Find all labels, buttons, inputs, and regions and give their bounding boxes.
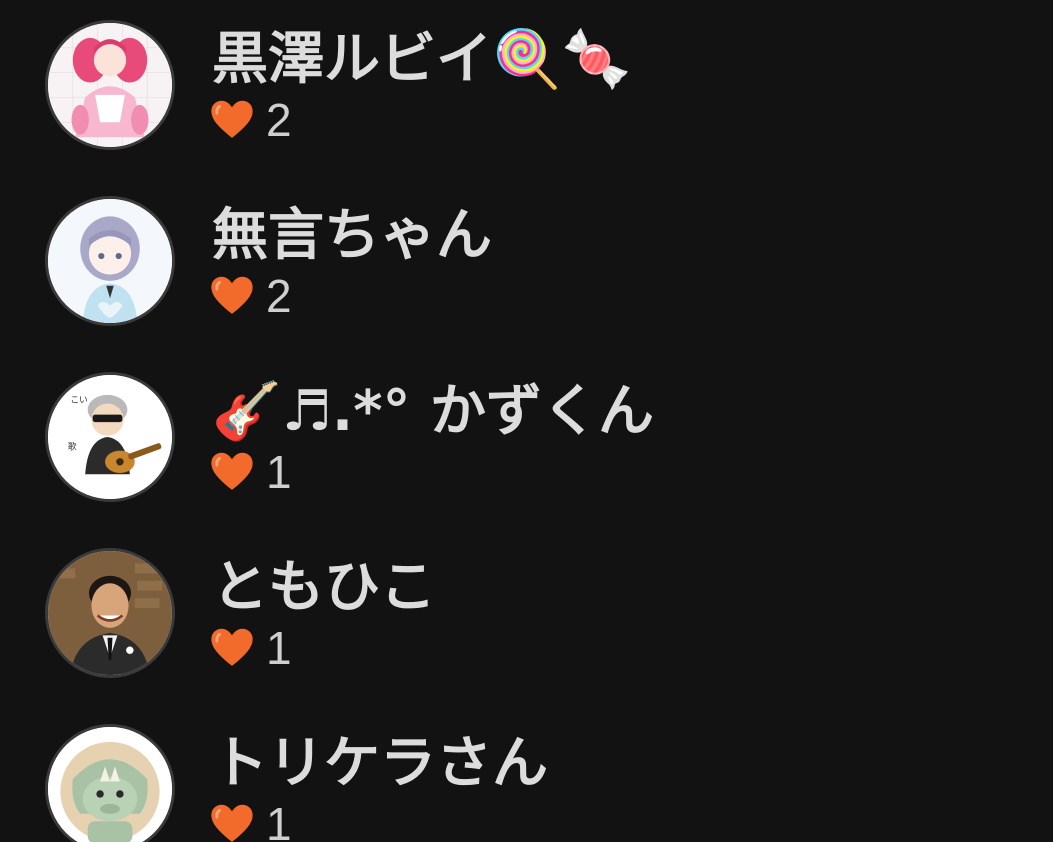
guitar-player-avatar-icon: こい 歌 [48,375,172,499]
heart-icon [211,804,253,842]
user-name[interactable]: 黒澤ルビイ🍭🍬 [212,20,631,100]
svg-text:歌: 歌 [68,440,77,452]
likers-list: 黒澤ルビイ🍭🍬 2 無言ちゃん 2 こい 歌 🎸♬.*° かずくん 1 ともひこ… [0,0,1053,842]
like-count: 1 [210,622,292,674]
heart-icon [211,452,253,490]
man-in-suit-avatar-icon [48,551,172,675]
list-item[interactable]: こい 歌 🎸♬.*° かずくん 1 [0,352,1053,528]
avatar[interactable] [45,196,175,326]
like-count: 2 [210,94,292,146]
user-name[interactable]: トリケラさん [212,724,548,804]
like-count: 2 [210,270,292,322]
list-item[interactable]: ともひこ 1 [0,528,1053,704]
triceratops-avatar-icon [48,727,172,842]
list-item[interactable]: 黒澤ルビイ🍭🍬 2 [0,0,1053,176]
avatar[interactable]: こい 歌 [45,372,175,502]
user-name[interactable]: ともひこ [212,548,436,628]
user-name[interactable]: 無言ちゃん [212,196,492,276]
svg-text:こい: こい [70,395,87,405]
user-name[interactable]: 🎸♬.*° かずくん [212,372,654,452]
like-count-value: 1 [266,446,292,498]
avatar[interactable] [45,548,175,678]
anime-girl-lavender-avatar-icon [48,199,172,323]
avatar[interactable] [45,724,175,842]
list-item[interactable]: 無言ちゃん 2 [0,176,1053,352]
heart-icon [211,100,253,138]
heart-icon [211,276,253,314]
like-count-value: 2 [266,270,292,322]
like-count-value: 1 [266,622,292,674]
like-count-value: 2 [266,94,292,146]
heart-icon [211,628,253,666]
avatar[interactable] [45,20,175,150]
like-count-value: 1 [266,798,292,842]
like-count: 1 [210,798,292,842]
anime-girl-pink-avatar-icon [48,23,172,147]
like-count: 1 [210,446,292,498]
list-item[interactable]: トリケラさん 1 [0,704,1053,842]
